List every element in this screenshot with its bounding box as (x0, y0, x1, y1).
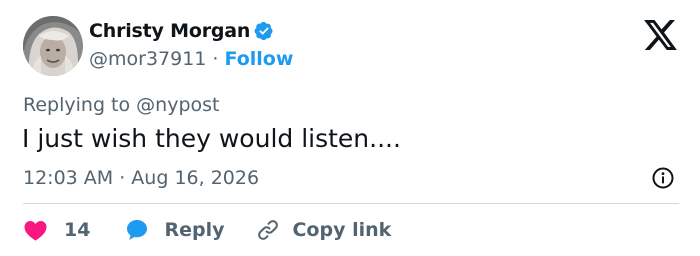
verified-badge-icon (254, 21, 273, 41)
avatar-image (23, 16, 83, 76)
tweet-timestamp[interactable]: 12:03 AM · Aug 16, 2026 (23, 167, 259, 189)
like-count: 14 (64, 219, 91, 241)
divider (23, 203, 679, 204)
reply-mention-link[interactable]: @nypost (136, 94, 219, 116)
tweet-text: I just wish they would listen.... (22, 124, 401, 153)
avatar[interactable] (23, 16, 83, 76)
reply-label: Reply (164, 219, 225, 241)
speech-bubble-icon (127, 220, 148, 240)
author-name-row: Christy Morgan (89, 20, 274, 42)
info-icon[interactable] (651, 166, 675, 190)
reply-button[interactable]: Reply (124, 218, 224, 242)
follow-button[interactable]: Follow (225, 48, 294, 70)
handle-separator: · (206, 48, 225, 70)
copy-link-label: Copy link (292, 219, 392, 241)
link-icon (258, 220, 279, 240)
like-button[interactable]: 14 (23, 219, 90, 241)
tweet-card: Christy Morgan @mor37911 · Follow Replyi… (0, 0, 700, 256)
author-handle-row: @mor37911 · Follow (89, 48, 293, 70)
reply-context-prefix: Replying to (23, 94, 137, 116)
reply-context: Replying to @nypost (23, 94, 219, 116)
action-bar: 14 Reply Copy link (23, 216, 391, 244)
heart-icon (24, 221, 47, 241)
x-logo-icon[interactable] (644, 20, 677, 50)
author-handle[interactable]: @mor37911 (89, 48, 206, 70)
copy-link-button[interactable]: Copy link (256, 218, 391, 242)
author-display-name[interactable]: Christy Morgan (89, 20, 250, 42)
